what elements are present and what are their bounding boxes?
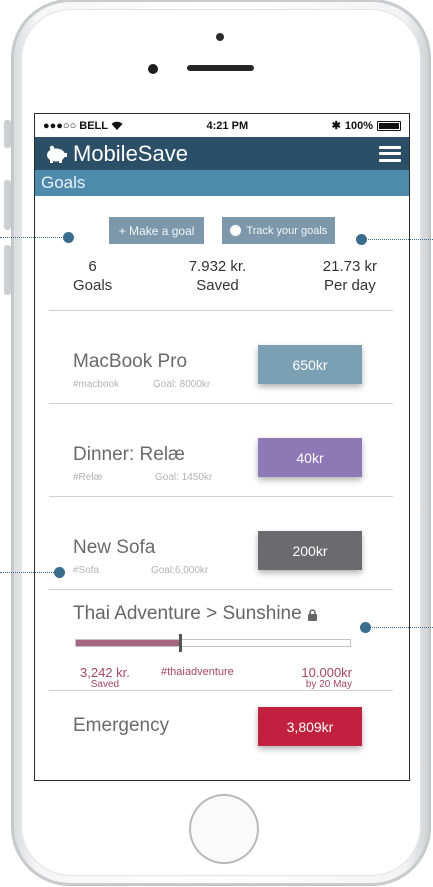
goal-tag: #Sofa bbox=[73, 565, 100, 576]
goal-amount-button[interactable]: 650kr bbox=[258, 345, 362, 384]
status-time: 4:21 PM bbox=[206, 119, 249, 132]
section-title: Goals bbox=[41, 173, 86, 192]
goal-item-sofa[interactable]: New Sofa #Sofa Goal:6,000kr 200kr bbox=[35, 497, 409, 589]
status-bar: ●●●○○ BELL 4:21 PM ✱ 100% bbox=[35, 114, 409, 137]
callout-line-goal-tag bbox=[0, 572, 58, 573]
wifi-icon bbox=[111, 121, 123, 130]
goal-amount-button[interactable]: 40kr bbox=[258, 438, 362, 477]
status-carrier-group: ●●●○○ BELL bbox=[43, 120, 123, 132]
app-title: MobileSave bbox=[73, 140, 188, 166]
goal-name: New Sofa bbox=[73, 537, 156, 558]
top-sensor bbox=[216, 33, 224, 41]
callout-dot-make-goal bbox=[63, 232, 74, 243]
bluetooth-icon: ✱ bbox=[331, 120, 341, 132]
goal-name: Emergency bbox=[73, 715, 170, 736]
stat-label: Saved bbox=[196, 277, 239, 294]
lock-icon bbox=[307, 609, 317, 621]
goal-amount-button[interactable]: 3,809kr bbox=[258, 707, 362, 746]
goal-item-macbook[interactable]: MacBook Pro #macbook Goal: 8000kr 650kr bbox=[35, 311, 409, 403]
goal-item-emergency[interactable]: Emergency 3,809kr bbox=[35, 691, 409, 771]
goal-target: Goal: 1450kr bbox=[155, 472, 213, 483]
progress-knob[interactable] bbox=[179, 634, 183, 652]
goal-target: Goal: 8000kr bbox=[153, 379, 211, 390]
battery-icon bbox=[377, 120, 401, 131]
stat-value: 21.73 kr bbox=[322, 258, 377, 275]
featured-saved-label: Saved bbox=[90, 679, 120, 690]
track-goals-label: Track your goals bbox=[246, 224, 328, 237]
stat-saved: 7.932 kr. Saved bbox=[189, 258, 247, 296]
featured-saved-value: 3,242 kr. bbox=[80, 665, 130, 680]
mute-switch bbox=[4, 120, 11, 148]
stat-value: 7.932 kr. bbox=[188, 258, 247, 275]
goal-name: MacBook Pro bbox=[73, 351, 188, 372]
battery-percent: 100% bbox=[344, 119, 373, 132]
featured-target-value: 10.000kr bbox=[301, 665, 352, 680]
volume-down-button bbox=[4, 245, 11, 295]
featured-progress-bar bbox=[75, 634, 351, 652]
featured-hashtag: #thaiadventure bbox=[161, 666, 234, 678]
goal-name: Dinner: Relæ bbox=[73, 444, 185, 465]
goal-tag: #macbook bbox=[73, 379, 120, 390]
make-goal-button[interactable]: + Make a goal bbox=[108, 217, 205, 244]
featured-goal-title: Thai Adventure > Sunshine bbox=[73, 603, 302, 624]
featured-goal[interactable]: Thai Adventure > Sunshine 3,242 kr. Save… bbox=[35, 590, 409, 690]
status-right-group: ✱ 100% bbox=[332, 119, 401, 132]
callout-dot-track-goals bbox=[356, 234, 367, 245]
goal-amount-button[interactable]: 200kr bbox=[258, 531, 362, 570]
clock-icon bbox=[230, 225, 242, 236]
summary-stats: 6 Goals 7.932 kr. Saved 21.73 kr Per day bbox=[73, 258, 377, 296]
featured-saved: 3,242 kr. Saved bbox=[80, 665, 130, 690]
app-brand[interactable]: MobileSave bbox=[45, 141, 188, 167]
stat-label: Per day bbox=[324, 277, 376, 294]
stat-per-day: 21.73 kr Per day bbox=[323, 258, 377, 296]
featured-target: 10.000kr by 20 May bbox=[301, 665, 352, 690]
piggy-bank-icon bbox=[47, 145, 67, 163]
callout-line-lock bbox=[366, 627, 433, 628]
phone-screen: ●●●○○ BELL 4:21 PM ✱ 100% MobileSave Goa… bbox=[34, 113, 410, 781]
front-camera bbox=[148, 64, 158, 74]
app-header: MobileSave bbox=[35, 137, 409, 170]
goal-item-dinner[interactable]: Dinner: Relæ #Relæ Goal: 1450kr 40kr bbox=[35, 404, 409, 496]
callout-dot-lock bbox=[360, 622, 371, 633]
goal-target: Goal:6,000kr bbox=[151, 565, 209, 576]
section-header: Goals bbox=[35, 170, 409, 196]
callout-dot-goal-tag bbox=[54, 567, 65, 578]
stat-value: 6 bbox=[88, 258, 97, 275]
volume-up-button bbox=[4, 180, 11, 230]
track-goals-button[interactable]: Track your goals bbox=[222, 217, 336, 244]
progress-fill bbox=[76, 640, 181, 646]
action-row: + Make a goal Track your goals bbox=[35, 217, 409, 244]
featured-goal-title-row: Thai Adventure > Sunshine bbox=[73, 603, 318, 625]
stat-label: Goals bbox=[73, 277, 113, 294]
home-button[interactable] bbox=[189, 794, 259, 864]
callout-line-make-goal bbox=[0, 237, 66, 238]
stat-goals: 6 Goals bbox=[73, 258, 112, 296]
goal-tag: #Relæ bbox=[73, 472, 103, 483]
hamburger-menu-icon[interactable] bbox=[379, 145, 401, 162]
callout-line-track-goals bbox=[362, 239, 433, 240]
featured-target-date: by 20 May bbox=[305, 679, 352, 690]
earpiece-speaker bbox=[187, 65, 254, 71]
carrier-label: ●●●○○ BELL bbox=[43, 119, 108, 132]
